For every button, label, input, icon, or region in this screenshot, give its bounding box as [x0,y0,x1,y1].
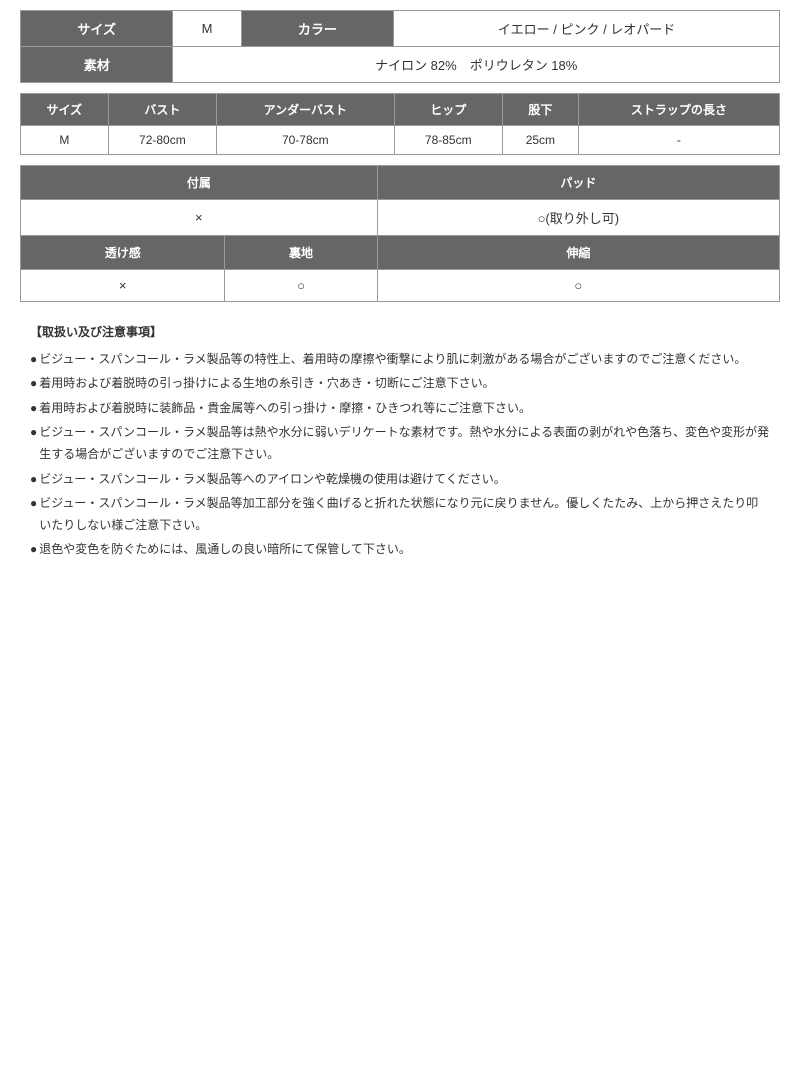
fuku-value: × [21,200,378,236]
size-value: M [173,11,241,47]
size-header: バスト [108,94,216,126]
note-text: ビジュー・スパンコール・ラメ製品等へのアイロンや乾燥機の使用は避けてください。 [39,469,505,491]
note-item: ●退色や変色を防ぐためには、風通しの良い暗所にて保管して下さい。 [30,539,770,561]
size-cell: - [578,126,779,155]
size-cell: 72-80cm [108,126,216,155]
note-item: ●ビジュー・スパンコール・ラメ製品等は熱や水分に弱いデリケートな素材です。熱や水… [30,422,770,465]
note-item: ●着用時および着脱時に装飾品・貴金属等への引っ掛け・摩擦・ひきつれ等にご注意下さ… [30,398,770,420]
fuku-header: 付属 [21,166,378,200]
size-cell: 78-85cm [394,126,502,155]
note-item: ●ビジュー・スパンコール・ラメ製品等加工部分を強く曲げると折れた状態になり元に戻… [30,493,770,536]
note-item: ●ビジュー・スパンコール・ラメ製品等の特性上、着用時の摩擦や衝撃により肌に刺激が… [30,349,770,371]
note-bullet: ● [30,398,37,420]
material-value: ナイロン 82% ポリウレタン 18% [173,47,780,83]
note-text: 着用時および着脱時の引っ掛けによる生地の糸引き・穴あき・切断にご注意下さい。 [39,373,494,395]
size-cell: 70-78cm [217,126,394,155]
note-bullet: ● [30,349,37,371]
transparency-header: 透け感 [21,236,225,270]
notes-section: 【取扱い及び注意事項】 ●ビジュー・スパンコール・ラメ製品等の特性上、着用時の摩… [20,317,780,569]
size-cell: M [21,126,109,155]
product-info-table: サイズ M カラー イエロー / ピンク / レオパード 素材 ナイロン 82%… [20,10,780,83]
lining-header: 裏地 [225,236,377,270]
size-measurement-table: サイズバストアンダーバストヒップ股下ストラップの長さ M72-80cm70-78… [20,93,780,155]
stretch-value: ○ [377,270,779,302]
transparency-value: × [21,270,225,302]
pad-value: ○(取り外し可) [377,200,779,236]
note-text: ビジュー・スパンコール・ラメ製品等は熱や水分に弱いデリケートな素材です。熱や水分… [39,422,770,465]
color-label: カラー [241,11,393,47]
size-header: 股下 [502,94,578,126]
note-bullet: ● [30,422,37,465]
size-header: サイズ [21,94,109,126]
notes-list: ●ビジュー・スパンコール・ラメ製品等の特性上、着用時の摩擦や衝撃により肌に刺激が… [30,349,770,561]
color-value: イエロー / ピンク / レオパード [394,11,780,47]
note-item: ●ビジュー・スパンコール・ラメ製品等へのアイロンや乾燥機の使用は避けてください。 [30,469,770,491]
size-cell: 25cm [502,126,578,155]
size-header: ストラップの長さ [578,94,779,126]
lining-value: ○ [225,270,377,302]
note-text: 退色や変色を防ぐためには、風通しの良い暗所にて保管して下さい。 [39,539,411,561]
size-label: サイズ [21,11,173,47]
features-table: 付属 パッド × ○(取り外し可) 透け感 裏地 伸縮 × ○ ○ [20,165,780,302]
pad-header: パッド [377,166,779,200]
size-header: ヒップ [394,94,502,126]
notes-title: 【取扱い及び注意事項】 [30,322,770,344]
note-bullet: ● [30,493,37,536]
material-label: 素材 [21,47,173,83]
note-bullet: ● [30,469,37,491]
note-item: ●着用時および着脱時の引っ掛けによる生地の糸引き・穴あき・切断にご注意下さい。 [30,373,770,395]
stretch-header: 伸縮 [377,236,779,270]
note-text: ビジュー・スパンコール・ラメ製品等加工部分を強く曲げると折れた状態になり元に戻り… [39,493,770,536]
note-bullet: ● [30,539,37,561]
note-text: 着用時および着脱時に装飾品・貴金属等への引っ掛け・摩擦・ひきつれ等にご注意下さい… [39,398,531,420]
size-header: アンダーバスト [217,94,394,126]
note-text: ビジュー・スパンコール・ラメ製品等の特性上、着用時の摩擦や衝撃により肌に刺激があ… [39,349,746,371]
note-bullet: ● [30,373,37,395]
